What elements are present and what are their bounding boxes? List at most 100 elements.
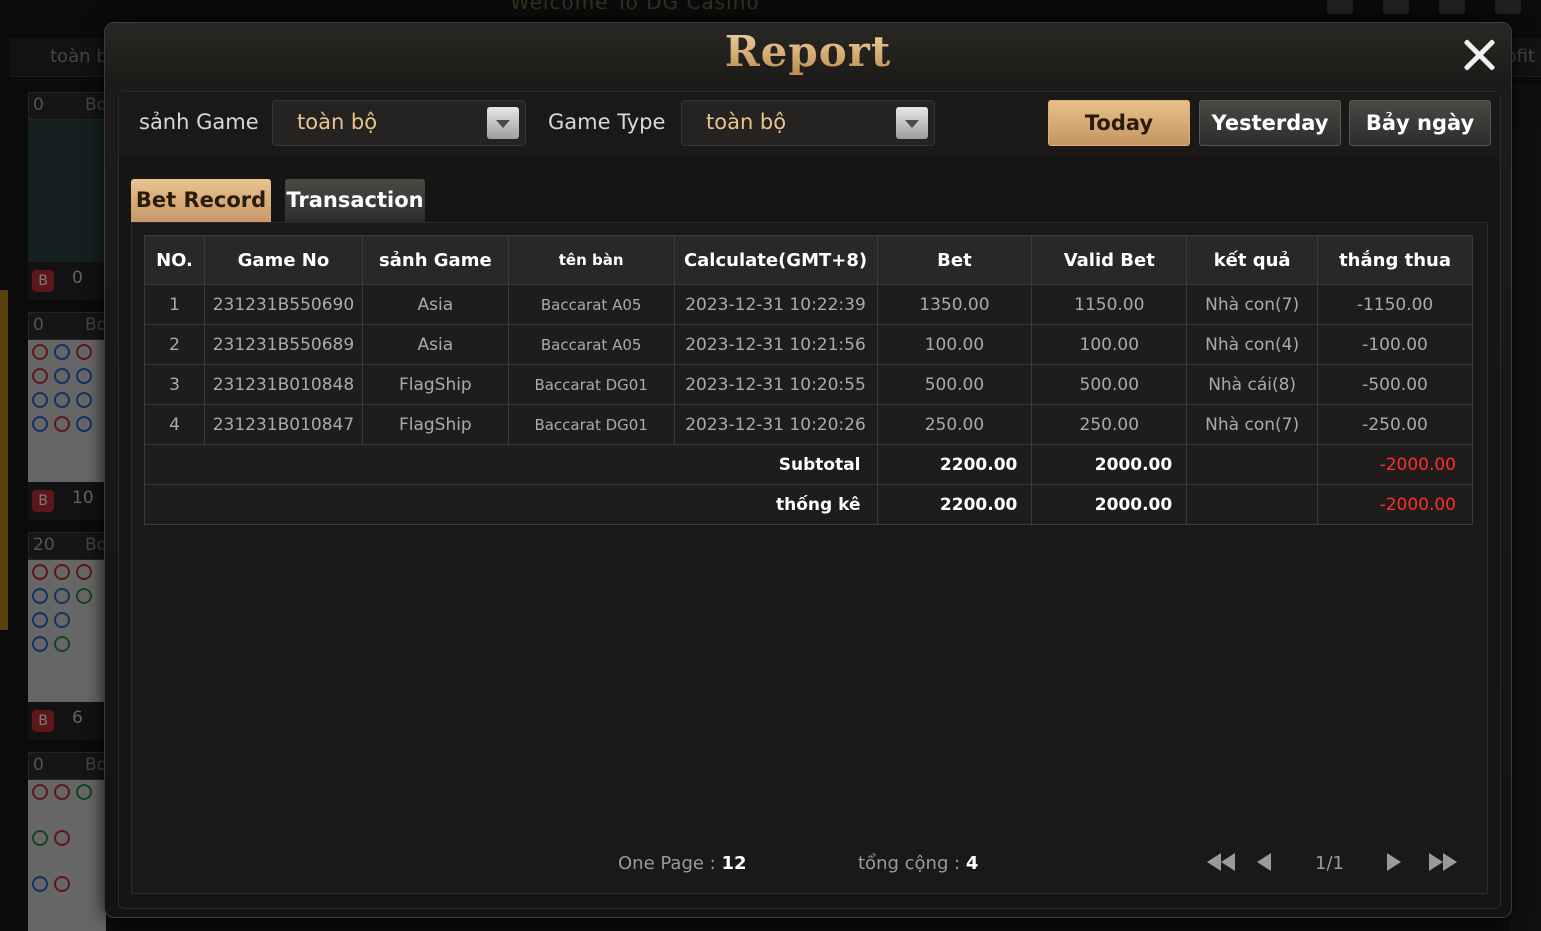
cell-no: 2 bbox=[144, 324, 205, 365]
cell-bet: 100.00 bbox=[876, 324, 1033, 365]
close-icon[interactable] bbox=[1461, 37, 1497, 73]
cell-result[interactable]: Nhà con(4) bbox=[1186, 324, 1319, 365]
page-size-label: One Page : bbox=[618, 853, 716, 874]
col-header-bet: Bet bbox=[876, 235, 1033, 285]
tab-transaction[interactable]: Transaction bbox=[285, 179, 425, 222]
cell-table-name: Baccarat A05 bbox=[507, 284, 675, 325]
today-button[interactable]: Today bbox=[1048, 100, 1190, 146]
banker-dot bbox=[54, 564, 70, 580]
player-dot bbox=[32, 416, 48, 432]
modal-title: Report bbox=[105, 27, 1511, 76]
yesterday-button[interactable]: Yesterday bbox=[1199, 100, 1341, 146]
roadmap-header: 0 Bo bbox=[28, 312, 108, 340]
player-dot bbox=[54, 612, 70, 628]
col-header-hall: sảnh Game bbox=[361, 235, 509, 285]
cell-win-loss: -500.00 bbox=[1317, 364, 1473, 405]
col-header-valid-bet: Valid Bet bbox=[1031, 235, 1188, 285]
cell-game-no[interactable]: 231231B010848 bbox=[203, 364, 363, 405]
roadmap-total: 6 bbox=[72, 708, 83, 728]
cell-valid-bet: 250.00 bbox=[1031, 404, 1188, 445]
player-dot bbox=[76, 392, 92, 408]
roadmap-total: 10 bbox=[72, 488, 94, 508]
report-modal: Report sảnh Game toàn bộ Game Type toàn … bbox=[104, 22, 1512, 918]
roadmap-count: 0 bbox=[33, 315, 44, 335]
banker-dot bbox=[32, 344, 48, 360]
top-toolbar-icons bbox=[1327, 0, 1521, 14]
cell-valid-bet: 100.00 bbox=[1031, 324, 1188, 365]
cell-result[interactable]: Nhà cái(8) bbox=[1186, 364, 1319, 405]
roadmap-grid bbox=[28, 340, 106, 482]
table-row: 4 231231B010847 FlagShip Baccarat DG01 2… bbox=[144, 404, 1473, 445]
cell-calc-time: 2023-12-31 10:20:26 bbox=[673, 404, 878, 445]
gear-icon[interactable] bbox=[1439, 0, 1465, 14]
right-table-list bbox=[1509, 84, 1541, 931]
edit-icon[interactable] bbox=[1383, 0, 1409, 14]
tab-bet-record[interactable]: Bet Record bbox=[131, 179, 271, 222]
cell-valid-bet: 500.00 bbox=[1031, 364, 1188, 405]
player-dot bbox=[76, 416, 92, 432]
player-dot bbox=[54, 344, 70, 360]
subtotal-result-empty bbox=[1186, 444, 1319, 485]
total-count-label: tổng cộng : bbox=[858, 853, 961, 874]
player-dot bbox=[54, 392, 70, 408]
statistics-row: thống kê 2200.00 2000.00 -2000.00 bbox=[144, 484, 1473, 525]
cell-no: 1 bbox=[144, 284, 205, 325]
help-icon[interactable] bbox=[1495, 0, 1521, 14]
hall-label: sảnh Game bbox=[139, 110, 259, 134]
cell-table-name: Baccarat DG01 bbox=[507, 404, 675, 445]
statistics-label: thống kê bbox=[144, 484, 878, 525]
statistics-win-loss: -2000.00 bbox=[1317, 484, 1473, 525]
cell-result[interactable]: Nhà con(7) bbox=[1186, 284, 1319, 325]
col-header-win-loss: thắng thua bbox=[1317, 235, 1473, 285]
pager: 1/1 bbox=[1207, 851, 1457, 881]
cell-game-no[interactable]: 231231B550690 bbox=[203, 284, 363, 325]
prev-page-icon[interactable] bbox=[1257, 853, 1271, 876]
next-page-icon[interactable] bbox=[1387, 853, 1401, 876]
page-size-value: 12 bbox=[721, 853, 747, 874]
sound-icon[interactable] bbox=[1327, 0, 1353, 14]
table-row: 1 231231B550690 Asia Baccarat A05 2023-1… bbox=[144, 284, 1473, 325]
subtotal-row: Subtotal 2200.00 2000.00 -2000.00 bbox=[144, 444, 1473, 485]
lobby-tab-all[interactable]: toàn b bbox=[50, 46, 108, 67]
game-type-label: Game Type bbox=[548, 110, 666, 134]
tie-dot bbox=[76, 588, 92, 604]
tie-dot bbox=[54, 636, 70, 652]
bet-record-area: NO. Game No sảnh Game tên bàn Calculate(… bbox=[131, 222, 1488, 894]
cell-hall: FlagShip bbox=[361, 404, 509, 445]
roadmap-footer: B 6 bbox=[28, 702, 106, 740]
filter-bar: sảnh Game toàn bộ Game Type toàn bộ Toda… bbox=[119, 92, 1500, 158]
tie-dot bbox=[32, 830, 48, 846]
game-type-select-value: toàn bộ bbox=[706, 110, 787, 134]
chevron-down-icon[interactable] bbox=[487, 107, 519, 139]
banker-dot bbox=[54, 830, 70, 846]
banker-dot bbox=[76, 344, 92, 360]
cell-win-loss: -1150.00 bbox=[1317, 284, 1473, 325]
cell-game-no[interactable]: 231231B550689 bbox=[203, 324, 363, 365]
modal-header: Report bbox=[105, 23, 1511, 89]
cell-no: 4 bbox=[144, 404, 205, 445]
cell-calc-time: 2023-12-31 10:21:56 bbox=[673, 324, 878, 365]
col-header-game-no: Game No bbox=[203, 235, 363, 285]
seven-days-button[interactable]: Bảy ngày bbox=[1349, 100, 1491, 146]
banker-dot bbox=[54, 876, 70, 892]
tie-dot bbox=[76, 784, 92, 800]
col-header-result: kết quả bbox=[1186, 235, 1319, 285]
cell-game-no[interactable]: 231231B010847 bbox=[203, 404, 363, 445]
last-page-icon[interactable] bbox=[1429, 853, 1457, 876]
welcome-title: Welcome To DG Casino bbox=[510, 0, 760, 14]
page-size-info: One Page : 12 bbox=[618, 853, 747, 874]
roadmap-count: 0 bbox=[33, 95, 44, 115]
side-strip bbox=[0, 290, 8, 630]
cell-win-loss: -100.00 bbox=[1317, 324, 1473, 365]
hall-select[interactable]: toàn bộ bbox=[272, 100, 526, 146]
player-dot bbox=[76, 368, 92, 384]
game-type-select[interactable]: toàn bộ bbox=[681, 100, 935, 146]
cell-result[interactable]: Nhà con(7) bbox=[1186, 404, 1319, 445]
first-page-icon[interactable] bbox=[1207, 853, 1235, 876]
roadmap-header: 0 Bo bbox=[28, 752, 108, 780]
roadmap-footer: B 0 bbox=[28, 262, 106, 300]
player-dot bbox=[54, 368, 70, 384]
player-dot bbox=[32, 876, 48, 892]
chevron-down-icon[interactable] bbox=[896, 107, 928, 139]
pagination-footer: One Page : 12 tổng cộng : 4 1/1 bbox=[132, 853, 1487, 883]
